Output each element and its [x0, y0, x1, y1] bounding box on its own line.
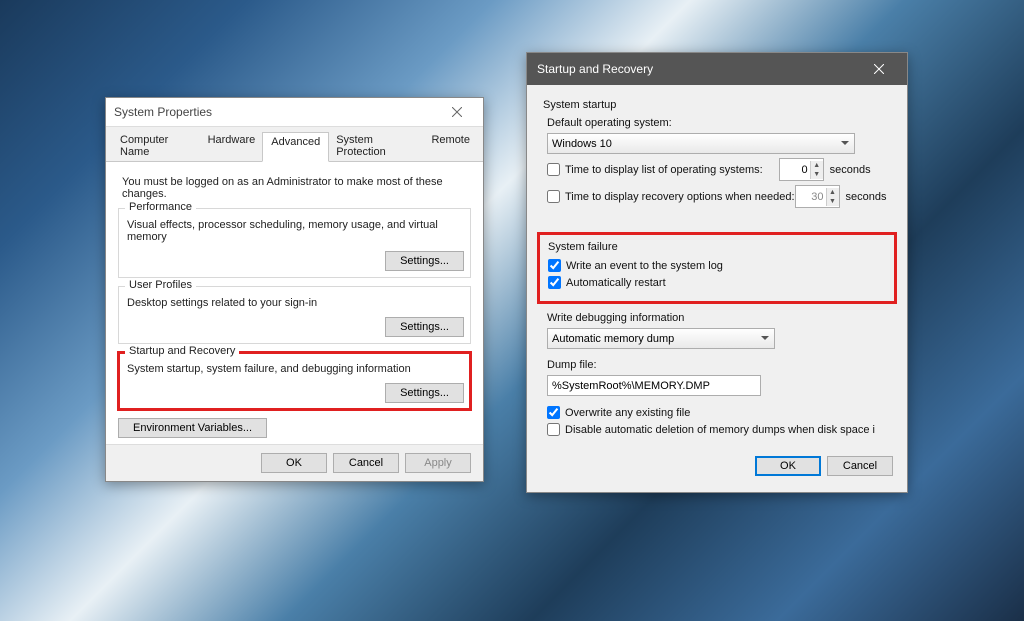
titlebar[interactable]: Startup and Recovery	[527, 53, 907, 85]
dialog-actions: OK Cancel Apply	[106, 444, 483, 481]
legend-performance: Performance	[125, 201, 196, 213]
tab-advanced[interactable]: Advanced	[262, 132, 329, 162]
close-icon[interactable]	[861, 53, 897, 85]
tab-remote[interactable]: Remote	[423, 131, 478, 161]
tab-strip: Computer Name Hardware Advanced System P…	[106, 127, 483, 162]
group-user-profiles: User Profiles Desktop settings related t…	[118, 286, 471, 344]
tab-computer-name[interactable]: Computer Name	[112, 131, 201, 161]
highlight-system-failure: System failure Write an event to the sys…	[537, 232, 897, 304]
label-seconds-2: seconds	[846, 191, 887, 203]
label-default-os: Default operating system:	[547, 117, 891, 129]
settings-performance-button[interactable]: Settings...	[385, 251, 464, 271]
checkbox-overwrite-label: Overwrite any existing file	[565, 407, 690, 419]
dialog-body: System startup Default operating system:…	[527, 85, 907, 446]
spinner-time-recovery[interactable]: ▲▼	[795, 185, 840, 208]
spinner-time-os[interactable]: ▲▼	[779, 158, 824, 181]
environment-variables-button[interactable]: Environment Variables...	[118, 418, 267, 438]
tab-hardware[interactable]: Hardware	[200, 131, 264, 161]
select-default-os[interactable]: Windows 10	[547, 133, 855, 154]
checkbox-time-os[interactable]: Time to display list of operating system…	[547, 163, 763, 176]
ok-button[interactable]: OK	[261, 453, 327, 473]
legend-startup-recovery: Startup and Recovery	[125, 345, 239, 357]
checkbox-time-recovery-label: Time to display recovery options when ne…	[565, 191, 795, 203]
apply-button[interactable]: Apply	[405, 453, 471, 473]
titlebar[interactable]: System Properties	[106, 98, 483, 127]
cancel-button[interactable]: Cancel	[333, 453, 399, 473]
tab-system-protection[interactable]: System Protection	[328, 131, 424, 161]
checkbox-write-event-label: Write an event to the system log	[566, 260, 723, 272]
label-seconds-1: seconds	[830, 164, 871, 176]
group-startup-recovery: Startup and Recovery System startup, sys…	[118, 352, 471, 410]
tab-body-advanced: You must be logged on as an Administrato…	[106, 162, 483, 444]
label-dump-file: Dump file:	[547, 359, 891, 371]
checkbox-auto-restart[interactable]: Automatically restart	[548, 276, 886, 289]
admin-message: You must be logged on as an Administrato…	[122, 176, 467, 200]
close-icon[interactable]	[439, 98, 475, 126]
spinner-time-os-value[interactable]	[780, 164, 810, 176]
checkbox-disable-auto-delete[interactable]: Disable automatic deletion of memory dum…	[547, 423, 891, 436]
checkbox-disable-auto-delete-label: Disable automatic deletion of memory dum…	[565, 424, 875, 436]
checkbox-auto-restart-label: Automatically restart	[566, 277, 666, 289]
label-write-debug: Write debugging information	[547, 312, 891, 324]
chevron-down-icon[interactable]: ▼	[827, 197, 839, 206]
desc-performance: Visual effects, processor scheduling, me…	[119, 209, 470, 247]
startup-recovery-dialog: Startup and Recovery System startup Defa…	[526, 52, 908, 493]
chevron-down-icon[interactable]: ▼	[811, 170, 823, 179]
checkbox-overwrite[interactable]: Overwrite any existing file	[547, 406, 891, 419]
section-system-startup: System startup	[543, 99, 891, 111]
settings-user-profiles-button[interactable]: Settings...	[385, 317, 464, 337]
system-properties-dialog: System Properties Computer Name Hardware…	[105, 97, 484, 482]
group-performance: Performance Visual effects, processor sc…	[118, 208, 471, 278]
settings-startup-recovery-button[interactable]: Settings...	[385, 383, 464, 403]
dialog-actions: OK Cancel	[527, 446, 907, 492]
checkbox-write-event[interactable]: Write an event to the system log	[548, 259, 886, 272]
select-dump-type[interactable]: Automatic memory dump	[547, 328, 775, 349]
chevron-up-icon[interactable]: ▲	[827, 188, 839, 197]
checkbox-time-os-label: Time to display list of operating system…	[565, 164, 763, 176]
chevron-up-icon[interactable]: ▲	[811, 161, 823, 170]
section-system-failure: System failure	[548, 241, 886, 253]
input-dump-file[interactable]	[547, 375, 761, 396]
title-text: System Properties	[114, 105, 212, 119]
ok-button[interactable]: OK	[755, 456, 821, 476]
legend-user-profiles: User Profiles	[125, 279, 196, 291]
checkbox-time-recovery[interactable]: Time to display recovery options when ne…	[547, 190, 795, 203]
cancel-button[interactable]: Cancel	[827, 456, 893, 476]
title-text: Startup and Recovery	[537, 62, 653, 76]
spinner-time-recovery-value[interactable]	[796, 191, 826, 203]
